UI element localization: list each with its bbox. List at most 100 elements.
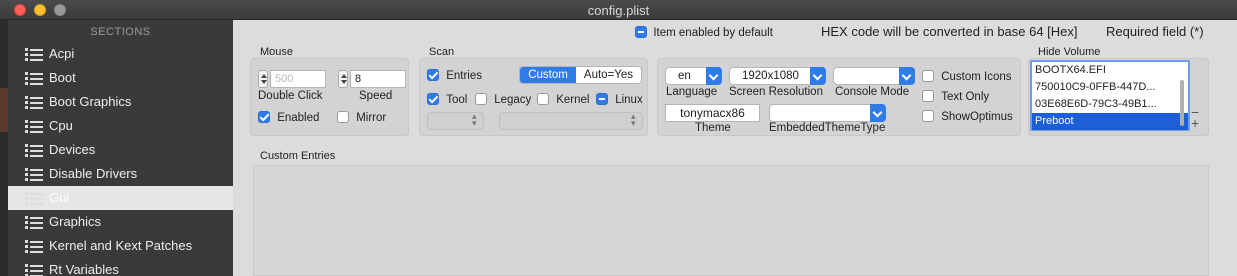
- item-enabled-indicator: Item enabled by default: [635, 25, 773, 41]
- screen-resolution-popup[interactable]: 1920x1080: [729, 67, 826, 85]
- chevron-down-icon: [870, 104, 886, 122]
- background-window-edge: [0, 20, 8, 276]
- sidebar-item-label: Graphics: [49, 214, 102, 229]
- list-item[interactable]: 03E68E6D-79C3-49B1...: [1032, 96, 1188, 113]
- speed-label: Speed: [359, 90, 393, 102]
- scan-mode-segmented-control[interactable]: Custom Auto=Yes: [519, 66, 642, 84]
- sidebar-item-kernel-and-kext-patches[interactable]: Kernel and Kext Patches: [8, 234, 233, 258]
- chevron-down-icon: [706, 67, 722, 85]
- entries-checkbox[interactable]: [427, 69, 439, 81]
- kernel-checkbox[interactable]: [537, 93, 549, 105]
- screen-resolution-value: 1920x1080: [742, 70, 799, 82]
- add-volume-button[interactable]: +: [1191, 115, 1199, 131]
- entries-option[interactable]: Entries: [427, 69, 482, 82]
- sidebar-item-label: Gui: [49, 190, 70, 205]
- language-label: Language: [666, 86, 718, 98]
- sidebar-item-label: Devices: [49, 142, 96, 157]
- linux-option[interactable]: Linux: [596, 93, 643, 106]
- sidebar-item-acpi[interactable]: Acpi: [8, 42, 233, 66]
- tool-option[interactable]: Tool: [427, 93, 467, 106]
- list-icon: [25, 120, 43, 133]
- console-mode-popup[interactable]: [833, 67, 915, 85]
- hide-volume-list[interactable]: BOOTX64.EFI 750010C9-0FFB-447D... 03E68E…: [1030, 60, 1190, 131]
- title-bar: config.plist: [0, 0, 1237, 20]
- list-item[interactable]: BOOTX64.EFI: [1032, 62, 1188, 79]
- mirror-label: Mirror: [356, 112, 387, 124]
- double-click-stepper[interactable]: [258, 70, 268, 88]
- sidebar-item-label: Acpi: [49, 46, 75, 61]
- sidebar-item-boot[interactable]: Boot: [8, 66, 233, 90]
- list-icon: [25, 144, 43, 157]
- chevron-down-icon: [810, 67, 826, 85]
- legacy-label: Legacy: [494, 94, 532, 106]
- sidebar-item-cpu[interactable]: Cpu: [8, 114, 233, 138]
- list-icon: [25, 240, 43, 253]
- kernel-label: Kernel: [556, 94, 590, 106]
- sections-sidebar: SECTIONS Acpi Boot Boot Graphics Cpu Devices…: [8, 20, 233, 276]
- double-click-field[interactable]: 500: [270, 70, 326, 88]
- chevron-down-icon: [899, 67, 915, 85]
- window-title: config.plist: [587, 3, 650, 18]
- gui-section-panel: Item enabled by default HEX code will be…: [233, 20, 1237, 276]
- tool-checkbox[interactable]: [427, 93, 439, 105]
- list-icon: [25, 264, 43, 276]
- double-click-label: Double Click: [258, 90, 323, 102]
- mouse-group-title: Mouse: [260, 46, 294, 58]
- sidebar-item-label: Rt Variables: [49, 262, 119, 276]
- custom-entries-title: Custom Entries: [260, 150, 336, 162]
- sidebar-item-boot-graphics[interactable]: Boot Graphics: [8, 90, 233, 114]
- mirror-option[interactable]: Mirror: [337, 111, 386, 124]
- list-icon: [25, 192, 43, 205]
- sidebar-item-gui[interactable]: Gui: [8, 186, 233, 210]
- sidebar-item-rt-variables[interactable]: Rt Variables: [8, 258, 233, 276]
- embedded-theme-type-popup[interactable]: [769, 104, 886, 122]
- chevron-updown-icon: ▴ ▾: [631, 111, 636, 128]
- legacy-option[interactable]: Legacy: [475, 93, 531, 106]
- tool-label: Tool: [446, 94, 468, 106]
- enabled-option[interactable]: Enabled: [258, 111, 319, 124]
- hide-volume-title: Hide Volume: [1038, 46, 1101, 58]
- required-note: Required field (*): [1106, 24, 1204, 39]
- theme-field[interactable]: tonymacx86: [665, 104, 760, 122]
- show-optimus-checkbox[interactable]: [922, 110, 934, 122]
- sidebar-item-graphics[interactable]: Graphics: [8, 210, 233, 234]
- hex-note: HEX code will be converted in base 64 [H…: [821, 24, 1078, 39]
- speed-field[interactable]: 8: [350, 70, 406, 88]
- custom-icons-label: Custom Icons: [941, 71, 1012, 83]
- linux-label: Linux: [615, 94, 643, 106]
- text-only-checkbox[interactable]: [922, 90, 934, 102]
- hide-volume-scrollbar[interactable]: [1180, 80, 1184, 126]
- sidebar-item-devices[interactable]: Devices: [8, 138, 233, 162]
- linux-checkbox[interactable]: [596, 93, 608, 105]
- list-item[interactable]: Preboot: [1032, 113, 1188, 130]
- item-enabled-checkbox-icon: [635, 26, 647, 38]
- custom-icons-option[interactable]: Custom Icons: [922, 70, 1012, 83]
- list-icon: [25, 216, 43, 229]
- sidebar-item-label: Kernel and Kext Patches: [49, 238, 193, 253]
- speed-stepper[interactable]: [338, 70, 348, 88]
- custom-entries-area[interactable]: [253, 165, 1209, 276]
- chevron-updown-icon: ▴ ▾: [472, 111, 477, 128]
- scan-legacy-popup[interactable]: ▴ ▾: [427, 112, 484, 130]
- theme-label: Theme: [695, 122, 731, 134]
- sidebar-item-label: Boot Graphics: [49, 94, 132, 109]
- legacy-checkbox[interactable]: [475, 93, 487, 105]
- segment-custom[interactable]: Custom: [520, 67, 576, 83]
- list-item[interactable]: 750010C9-0FFB-447D...: [1032, 79, 1188, 96]
- kernel-option[interactable]: Kernel: [537, 93, 589, 106]
- mirror-checkbox[interactable]: [337, 111, 349, 123]
- list-icon: [25, 96, 43, 109]
- sidebar-item-disable-drivers[interactable]: Disable Drivers: [8, 162, 233, 186]
- language-popup[interactable]: en: [665, 67, 722, 85]
- scan-linux-popup[interactable]: ▴ ▾: [499, 112, 643, 130]
- show-optimus-option[interactable]: ShowOptimus: [922, 110, 1013, 123]
- enabled-checkbox[interactable]: [258, 111, 270, 123]
- sidebar-list: Acpi Boot Boot Graphics Cpu Devices Disable D…: [8, 42, 233, 276]
- segment-auto-yes[interactable]: Auto=Yes: [576, 67, 641, 83]
- list-icon: [25, 48, 43, 61]
- language-value: en: [678, 70, 691, 82]
- text-only-label: Text Only: [941, 91, 990, 103]
- text-only-option[interactable]: Text Only: [922, 90, 989, 103]
- custom-icons-checkbox[interactable]: [922, 70, 934, 82]
- item-enabled-label: Item enabled by default: [653, 27, 773, 39]
